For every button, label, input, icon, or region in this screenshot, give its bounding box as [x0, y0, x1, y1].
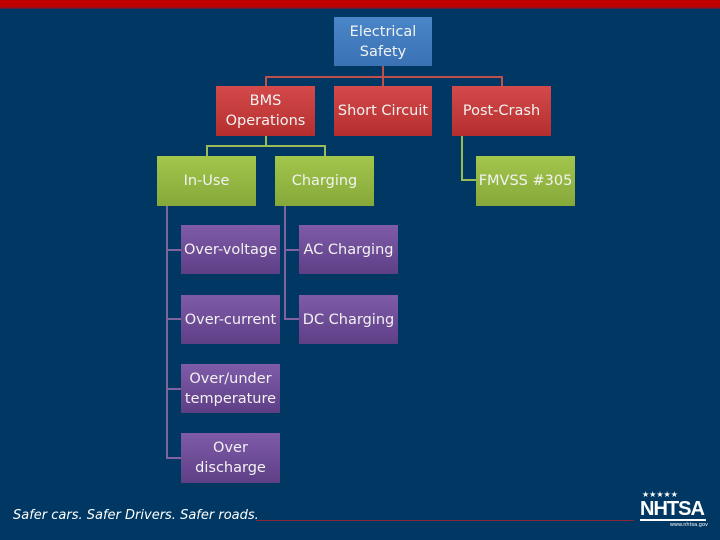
connector — [324, 145, 326, 156]
connector — [284, 249, 299, 251]
node-charging: Charging — [275, 156, 374, 206]
connector — [265, 76, 503, 78]
node-over-current: Over-current — [181, 295, 280, 344]
connector — [166, 249, 181, 251]
connector — [206, 145, 326, 147]
connector — [501, 76, 503, 86]
connector — [461, 179, 476, 181]
connector — [166, 318, 181, 320]
logo-url: www.nhtsa.gov — [669, 522, 708, 528]
node-fmvss-305: FMVSS #305 — [476, 156, 575, 206]
logo-name: NHTSA — [640, 499, 706, 521]
connector — [166, 457, 181, 459]
top-accent-bar — [0, 0, 720, 9]
connector — [284, 206, 286, 320]
node-dc-charging: DC Charging — [299, 295, 398, 344]
connector — [265, 76, 267, 86]
node-in-use: In-Use — [157, 156, 256, 206]
node-over-discharge: Over discharge — [181, 433, 280, 483]
connector — [206, 145, 208, 156]
node-over-voltage: Over-voltage — [181, 225, 280, 274]
connector — [166, 206, 168, 459]
node-over-under-temperature: Over/under temperature — [181, 364, 280, 413]
footer-tagline: Safer cars. Safer Drivers. Safer roads. — [13, 508, 259, 523]
node-short-circuit: Short Circuit — [334, 86, 432, 136]
node-electrical-safety: Electrical Safety — [334, 17, 432, 66]
footer-divider — [256, 520, 634, 521]
connector — [461, 136, 463, 181]
connector — [166, 388, 181, 390]
nhtsa-logo: ★★★★★ NHTSA www.nhtsa.gov — [640, 491, 710, 531]
node-ac-charging: AC Charging — [299, 225, 398, 274]
node-bms-operations: BMS Operations — [216, 86, 315, 136]
connector — [284, 318, 299, 320]
node-post-crash: Post-Crash — [452, 86, 551, 136]
